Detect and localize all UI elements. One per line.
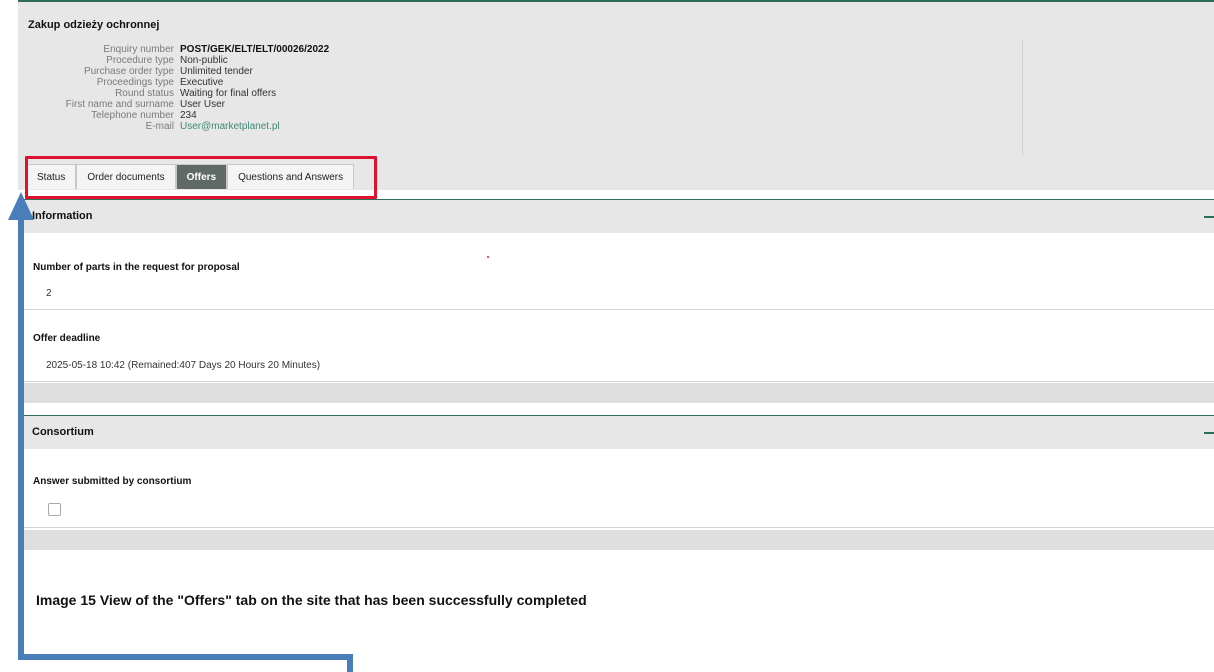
detail-value: Executive [180,77,224,88]
parts-label: Number of parts in the request for propo… [33,262,240,273]
enquiry-title: Zakup odzieży ochronnej [28,19,160,31]
red-dot-marker [487,256,489,258]
detail-value: Unlimited tender [180,66,253,77]
consortium-section-footer [18,530,1214,550]
detail-value: Waiting for final offers [180,88,277,99]
detail-label: Telephone number [91,110,174,121]
detail-label: First name and surname [65,99,174,110]
information-title: Information [32,210,93,222]
tabs-highlight-box [25,156,377,199]
figure-caption: Image 15 View of the "Offers" tab on the… [36,592,587,608]
detail-value: 234 [180,110,197,121]
collapse-icon[interactable] [1204,432,1214,434]
detail-value: User User [180,99,226,110]
detail-label: Purchase order type [83,66,174,77]
email-link[interactable]: User@marketplanet.pl [180,121,280,132]
deadline-value: 2025-05-18 10:42 (Remained:407 Days 20 H… [46,360,321,371]
information-section-footer [18,383,1214,403]
parts-value: 2 [46,288,52,299]
detail-value: Non-public [180,55,228,66]
detail-value: POST/GEK/ELT/ELT/00026/2022 [180,44,330,55]
collapse-icon[interactable] [1204,216,1214,218]
section-divider [18,381,1214,382]
detail-label: Enquiry number [103,44,174,55]
consortium-section-header: Consortium [18,415,1214,449]
enquiry-details: Enquiry number POST/GEK/ELT/ELT/00026/20… [18,40,1023,155]
section-divider [18,309,1214,310]
detail-label: Round status [115,88,174,99]
deadline-label: Offer deadline [33,333,101,344]
detail-label: Proceedings type [96,77,174,88]
consortium-checkbox[interactable] [48,503,61,516]
consortium-title: Consortium [32,426,94,438]
detail-label: Procedure type [106,55,174,66]
section-divider [18,527,1214,528]
consortium-answer-label: Answer submitted by consortium [33,476,192,487]
enquiry-header: Zakup odzieży ochronnej Enquiry number P… [18,0,1214,199]
screenshot-frame: Zakup odzieży ochronnej Enquiry number P… [18,0,1214,551]
detail-label: E-mail [145,121,174,132]
information-section-header: Information [18,199,1214,233]
